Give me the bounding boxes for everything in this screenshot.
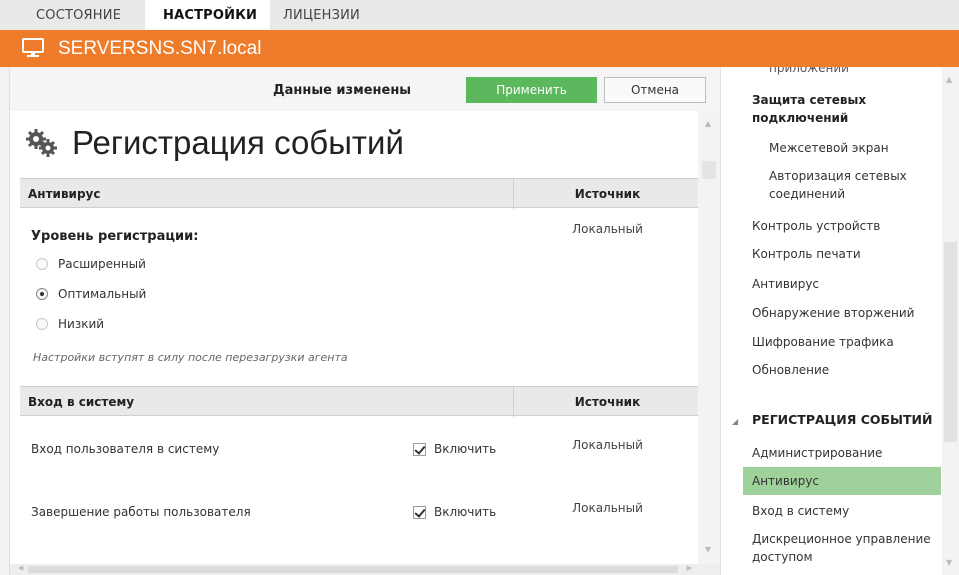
content-vertical-scrollbar[interactable]: ▲ ▼	[698, 111, 720, 564]
apply-button[interactable]: Применить	[466, 77, 597, 103]
enable-user-logout-checkbox[interactable]: Включить	[413, 505, 496, 519]
nav-item-print-control[interactable]: Контроль печати	[752, 245, 937, 263]
page-title: Регистрация событий	[72, 124, 404, 161]
radio-extended[interactable]: Расширенный	[36, 257, 146, 271]
antivirus-section-title: Антивирус	[28, 187, 101, 201]
scroll-left-arrow-icon[interactable]: ◀	[18, 564, 23, 572]
nav-item-login-log[interactable]: Вход в систему	[752, 502, 937, 520]
event-source-value: Локальный	[572, 501, 643, 515]
settings-navigation: приложений Защита сетевых подключений Ме…	[720, 67, 942, 575]
nav-item-traffic-encryption[interactable]: Шифрование трафика	[752, 333, 937, 351]
checkbox-label: Включить	[434, 442, 497, 456]
checkbox-checked[interactable]	[413, 442, 426, 456]
scrollbar-thumb[interactable]	[944, 242, 957, 442]
tab-licenses[interactable]: Лицензии	[283, 8, 360, 23]
settings-content: Регистрация событий Антивирус Источник Л…	[10, 111, 698, 564]
nav-item-partial[interactable]: приложений	[769, 67, 849, 75]
login-section-title: Вход в систему	[28, 395, 135, 409]
monitor-icon	[22, 38, 44, 57]
scrollbar-thumb[interactable]	[28, 566, 678, 573]
nav-section-event-logging[interactable]: РЕГИСТРАЦИЯ СОБЫТИЙ	[752, 412, 932, 427]
nav-item-update[interactable]: Обновление	[752, 361, 937, 379]
scroll-down-arrow-icon[interactable]: ▼	[705, 545, 711, 554]
checkbox-checked[interactable]	[413, 505, 426, 519]
scroll-down-arrow-icon[interactable]: ▼	[946, 558, 952, 567]
login-section-header: Вход в систему Источник	[20, 386, 698, 417]
antivirus-section-header: Антивирус Источник	[20, 178, 698, 209]
enable-user-login-checkbox[interactable]: Включить	[413, 442, 496, 456]
column-divider	[513, 179, 514, 209]
source-column-header: Источник	[574, 187, 641, 201]
tab-settings[interactable]: Настройки	[146, 0, 274, 29]
scroll-up-arrow-icon[interactable]: ▲	[946, 75, 952, 84]
radio-button-selected[interactable]	[36, 288, 48, 300]
nav-item-administration[interactable]: Администрирование	[752, 444, 937, 462]
scrollbar-thumb[interactable]	[702, 161, 716, 179]
gear-icon	[26, 129, 57, 157]
source-column-header: Источник	[574, 395, 641, 409]
nav-item-discretionary-access[interactable]: Дискреционное управление доступом	[752, 530, 937, 566]
content-horizontal-scrollbar[interactable]: ◀ ▶	[10, 564, 720, 575]
server-name: SERVERSNS.SN7.local	[58, 38, 262, 59]
column-divider	[513, 387, 514, 417]
radio-label: Оптимальный	[58, 287, 147, 301]
page-title-row: Регистрация событий	[24, 119, 404, 167]
tab-status[interactable]: Состояние	[36, 8, 121, 23]
event-source-value: Локальный	[572, 438, 643, 452]
action-toolbar: Данные изменены Применить Отмена	[10, 67, 720, 111]
change-status-text: Данные изменены	[273, 83, 412, 98]
nav-item-firewall[interactable]: Межсетевой экран	[769, 139, 939, 157]
top-tab-strip: Состояние Настройки Лицензии	[0, 0, 959, 30]
navigation-scrollbar[interactable]: ▲ ▼	[942, 67, 959, 575]
nav-item-antivirus-log[interactable]: Антивирус	[752, 472, 937, 490]
nav-item-intrusion-detection[interactable]: Обнаружение вторжений	[752, 304, 937, 322]
nav-item-network-auth[interactable]: Авторизация сетевых соединений	[769, 167, 939, 203]
event-user-login-label: Вход пользователя в систему	[31, 442, 220, 456]
nav-item-antivirus[interactable]: Антивирус	[752, 275, 937, 293]
restart-note: Настройки вступят в силу после перезагру…	[33, 351, 348, 364]
cancel-button[interactable]: Отмена	[604, 77, 706, 103]
left-pane-edge	[0, 67, 10, 575]
radio-low[interactable]: Низкий	[36, 317, 104, 331]
radio-button[interactable]	[36, 318, 48, 330]
radio-button[interactable]	[36, 258, 48, 270]
radio-optimal[interactable]: Оптимальный	[36, 287, 146, 301]
radio-label: Низкий	[58, 317, 105, 331]
event-user-logout-label: Завершение работы пользователя	[31, 505, 251, 519]
nav-item-device-control[interactable]: Контроль устройств	[752, 217, 937, 235]
checkbox-label: Включить	[434, 505, 497, 519]
log-level-label: Уровень регистрации:	[31, 229, 199, 244]
scroll-right-arrow-icon[interactable]: ▶	[687, 564, 692, 572]
collapse-triangle-icon[interactable]: ◢	[732, 417, 738, 426]
radio-label: Расширенный	[58, 257, 146, 271]
server-header-bar: SERVERSNS.SN7.local	[0, 30, 959, 67]
antivirus-source-value: Локальный	[572, 222, 643, 236]
scroll-up-arrow-icon[interactable]: ▲	[705, 119, 711, 128]
nav-item-network-protection[interactable]: Защита сетевых подключений	[752, 91, 937, 127]
